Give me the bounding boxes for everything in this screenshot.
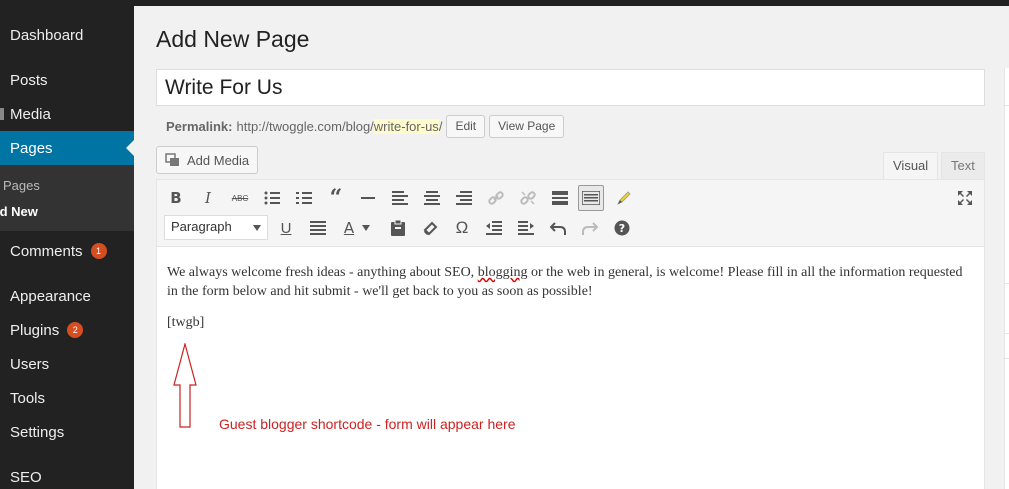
sidebar-item-seo[interactable]: SEO	[0, 464, 134, 489]
chevron-down-icon	[253, 225, 261, 231]
view-page-button[interactable]: View Page	[489, 115, 565, 138]
sidebar-item-label: Plugins	[10, 321, 60, 339]
sidebar-item-label: Appearance	[10, 287, 91, 305]
outdent-icon[interactable]	[481, 215, 507, 241]
submenu-item-add-new[interactable]: ld New	[0, 204, 130, 219]
redo-icon[interactable]	[577, 215, 603, 241]
comments-count-badge: 1	[90, 243, 107, 259]
horizontal-rule-icon[interactable]	[355, 185, 381, 211]
sidebar-item-media[interactable]: Media	[0, 101, 134, 127]
content-editor: B I ABC “ Paragraph U A Ω ? We always we…	[156, 179, 985, 489]
numbered-list-icon[interactable]	[291, 185, 317, 211]
clear-formatting-icon[interactable]	[417, 215, 443, 241]
main-content: Add New Page Permalink: http://twoggle.c…	[134, 6, 1009, 489]
sidebar-item-label: Dashboard	[10, 26, 84, 44]
post-title-input[interactable]	[156, 69, 985, 106]
special-char-icon[interactable]: Ω	[449, 215, 475, 241]
italic-icon[interactable]: I	[195, 185, 221, 211]
align-left-icon[interactable]	[387, 185, 413, 211]
bold-icon[interactable]: B	[163, 185, 189, 211]
permalink-base: http://twoggle.com/blog/	[236, 119, 374, 134]
plugins-count-badge: 2	[67, 322, 84, 338]
sidebar-item-posts[interactable]: Posts	[0, 67, 134, 93]
align-center-icon[interactable]	[419, 185, 445, 211]
read-more-icon[interactable]	[547, 185, 573, 211]
permalink-trail: /	[438, 119, 443, 134]
blockquote-icon[interactable]: “	[323, 185, 349, 211]
sidebar-item-label: Settings	[10, 423, 65, 441]
permalink-row: Permalink: http://twoggle.com/blog/write…	[166, 115, 565, 138]
annotation-arrow-icon	[173, 343, 197, 428]
right-sidebar-panel	[1004, 68, 1009, 489]
svg-text:?: ?	[619, 222, 625, 235]
sidebar-item-appearance[interactable]: Appearance	[0, 283, 134, 309]
tab-text[interactable]: Text	[941, 152, 985, 180]
sidebar-item-label: Media	[10, 105, 51, 123]
help-icon[interactable]: ?	[609, 215, 635, 241]
format-select[interactable]: Paragraph	[164, 215, 268, 240]
indent-icon[interactable]	[513, 215, 539, 241]
link-icon[interactable]	[483, 185, 509, 211]
paste-text-icon[interactable]	[385, 215, 411, 241]
tab-visual[interactable]: Visual	[883, 152, 939, 180]
sidebar-item-plugins[interactable]: Plugins 2	[0, 317, 134, 343]
add-media-button[interactable]: Add Media	[156, 146, 259, 174]
sidebar-item-label: SEO	[10, 468, 42, 486]
submenu-item-all-pages[interactable]: Pages	[3, 178, 137, 193]
underline-icon[interactable]: U	[273, 215, 299, 241]
editor-content[interactable]: We always welcome fresh ideas - anything…	[167, 263, 972, 344]
sidebar-item-users[interactable]: Users	[0, 351, 134, 377]
sidebar-item-label: Tools	[10, 389, 46, 407]
sidebar-item-label: Posts	[10, 71, 48, 89]
sidebar-item-dashboard[interactable]: Dashboard	[0, 22, 134, 48]
sidebar-item-label: Pages	[10, 139, 53, 157]
pages-submenu	[0, 165, 134, 231]
annotation-text: Guest blogger shortcode - form will appe…	[219, 416, 516, 432]
sidebar-item-pages[interactable]: Pages	[0, 131, 134, 165]
page-title: Add New Page	[156, 26, 310, 52]
editor-toolbar: B I ABC “ Paragraph U A Ω ?	[157, 180, 984, 247]
justify-icon[interactable]	[305, 215, 331, 241]
shortcode-paragraph: [twgb]	[167, 315, 205, 330]
permalink-label: Permalink:	[166, 119, 233, 134]
sidebar-item-label: Comments	[10, 242, 83, 260]
fullscreen-icon[interactable]	[952, 185, 978, 211]
content-paragraph: We always welcome fresh ideas - anything…	[167, 263, 972, 301]
bullet-list-icon[interactable]	[259, 185, 285, 211]
edit-permalink-button[interactable]: Edit	[446, 115, 486, 138]
strikethrough-icon[interactable]: ABC	[227, 185, 253, 211]
add-media-icon	[165, 153, 179, 166]
add-media-label: Add Media	[187, 152, 250, 168]
content-text-start: We always welcome fresh ideas - anything…	[167, 265, 478, 280]
permalink-slug[interactable]: write-for-us	[373, 119, 439, 134]
unlink-icon[interactable]	[515, 185, 541, 211]
spelling-error-word: blogging	[477, 265, 528, 280]
undo-icon[interactable]	[545, 215, 571, 241]
sidebar-item-comments[interactable]: Comments 1	[0, 238, 134, 264]
sidebar-item-tools[interactable]: Tools	[0, 385, 134, 411]
text-color-icon[interactable]: A	[337, 215, 377, 241]
toolbar-toggle-icon[interactable]	[578, 185, 604, 211]
distraction-free-icon[interactable]	[611, 185, 637, 211]
sidebar-item-settings[interactable]: Settings	[0, 419, 134, 445]
format-select-value: Paragraph	[171, 219, 232, 234]
sidebar-item-label: Users	[10, 355, 50, 373]
align-right-icon[interactable]	[451, 185, 477, 211]
admin-sidebar: Dashboard Posts Media Pages Pages ld New…	[0, 0, 134, 489]
